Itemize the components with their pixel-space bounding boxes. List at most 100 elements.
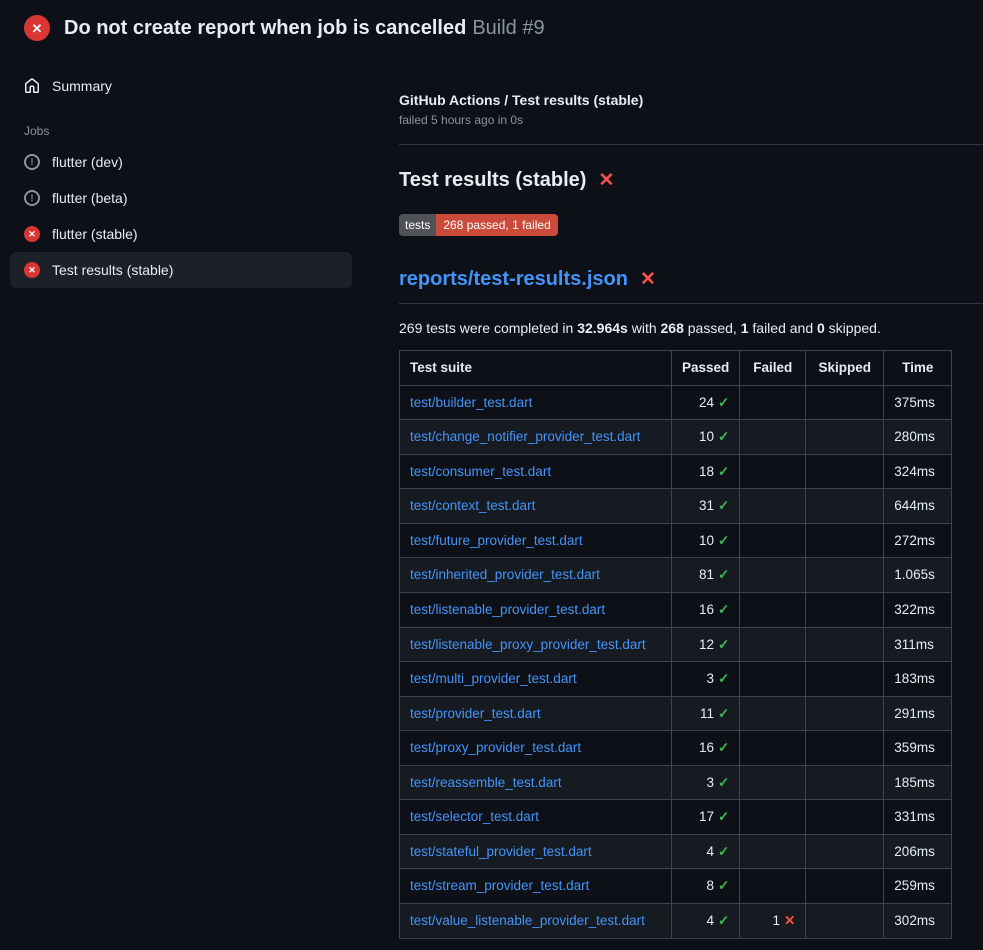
table-row: test/future_provider_test.dart 10✓ 272ms <box>400 523 952 558</box>
test-suite-link[interactable]: test/multi_provider_test.dart <box>410 671 577 686</box>
passed-cell: 17✓ <box>672 800 740 835</box>
run-status-line: failed 5 hours ago in 0s <box>399 113 983 127</box>
summary-part: skipped. <box>825 320 881 336</box>
test-suite-cell: test/listenable_proxy_provider_test.dart <box>400 627 672 662</box>
failed-cell <box>740 385 806 420</box>
x-icon: ✕ <box>784 913 795 928</box>
test-suite-link[interactable]: test/consumer_test.dart <box>410 464 551 479</box>
check-icon: ✓ <box>718 740 729 755</box>
table-row: test/inherited_provider_test.dart81✓1.06… <box>400 558 952 593</box>
passed-cell: 4✓ <box>672 834 740 869</box>
test-suite-link[interactable]: test/reassemble_test.dart <box>410 775 562 790</box>
passed-count: 4 <box>706 844 714 859</box>
passed-cell: 16✓ <box>672 731 740 766</box>
time-cell: 302ms <box>884 904 952 939</box>
failed-status-icon: ✕ <box>24 15 50 41</box>
failed-cell: 1✕ <box>740 904 806 939</box>
time-cell: 272ms <box>884 523 952 558</box>
failed-status-icon: ✕ <box>24 262 40 278</box>
skipped-cell <box>806 834 884 869</box>
results-table-body: test/builder_test.dart24✓375mstest/chang… <box>400 385 952 938</box>
skipped-cell <box>806 489 884 524</box>
passed-count: 31 <box>699 498 714 513</box>
test-suite-cell: test/context_test.dart <box>400 489 672 524</box>
passed-count: 24 <box>699 395 714 410</box>
failed-cell <box>740 731 806 766</box>
sidebar-item-job[interactable]: ✕ Test results (stable) <box>10 252 352 288</box>
sidebar-item-job[interactable]: !flutter (beta) <box>10 180 352 216</box>
sidebar-item-job[interactable]: !flutter (dev) <box>10 144 352 180</box>
table-row: test/proxy_provider_test.dart 16✓ 359ms <box>400 731 952 766</box>
section-heading-text: Test results (stable) <box>399 169 586 192</box>
sidebar-item-job[interactable]: ✕flutter (stable) <box>10 216 352 252</box>
failed-cell <box>740 662 806 697</box>
skipped-cell <box>806 904 884 939</box>
layout: Summary Jobs !flutter (dev)!flutter (bet… <box>0 54 983 939</box>
test-suite-link[interactable]: test/selector_test.dart <box>410 809 539 824</box>
home-icon <box>24 78 40 94</box>
time-cell: 206ms <box>884 834 952 869</box>
passed-count: 8 <box>706 878 714 893</box>
sidebar-summary-label: Summary <box>52 78 112 94</box>
job-label: Test results (stable) <box>52 262 173 278</box>
passed-count: 17 <box>699 809 714 824</box>
failed-cell <box>740 489 806 524</box>
passed-cell: 3✓ <box>672 765 740 800</box>
test-suite-link[interactable]: test/listenable_proxy_provider_test.dart <box>410 637 646 652</box>
test-suite-cell: test/stateful_provider_test.dart <box>400 834 672 869</box>
table-row: test/listenable_provider_test.dart16✓322… <box>400 592 952 627</box>
skipped-cell <box>806 765 884 800</box>
x-glyph: ✕ <box>32 22 43 35</box>
summary-part: passed, <box>684 320 741 336</box>
test-suite-link[interactable]: test/listenable_provider_test.dart <box>410 602 605 617</box>
test-suite-cell: test/provider_test.dart <box>400 696 672 731</box>
test-suite-link[interactable]: test/future_provider_test.dart <box>410 533 583 548</box>
passed-cell: 10✓ <box>672 523 740 558</box>
passed-cell: 12✓ <box>672 627 740 662</box>
summary-part: 269 tests were completed in <box>399 320 577 336</box>
passed-count: 10 <box>699 533 714 548</box>
section-heading: Test results (stable) ✕ <box>399 169 983 192</box>
jobs-section-label: Jobs <box>24 124 352 138</box>
check-icon: ✓ <box>718 464 729 479</box>
table-row: test/value_listenable_provider_test.dart… <box>400 904 952 939</box>
time-cell: 183ms <box>884 662 952 697</box>
x-icon: ✕ <box>598 171 614 190</box>
passed-count: 3 <box>706 775 714 790</box>
sidebar: Summary Jobs !flutter (dev)!flutter (bet… <box>0 54 375 288</box>
passed-count: 10 <box>699 429 714 444</box>
test-suite-link[interactable]: test/stateful_provider_test.dart <box>410 844 592 859</box>
test-suite-link[interactable]: test/builder_test.dart <box>410 395 532 410</box>
test-suite-link[interactable]: test/context_test.dart <box>410 498 535 513</box>
table-row: test/listenable_proxy_provider_test.dart… <box>400 627 952 662</box>
test-suite-link[interactable]: test/value_listenable_provider_test.dart <box>410 913 645 928</box>
skipped-cell <box>806 662 884 697</box>
test-suite-link[interactable]: test/change_notifier_provider_test.dart <box>410 429 640 444</box>
passed-count: 4 <box>706 913 714 928</box>
failed-cell <box>740 834 806 869</box>
table-header-row: Test suitePassedFailedSkippedTime <box>400 351 952 386</box>
failed-cell <box>740 627 806 662</box>
build-number: Build #9 <box>472 17 544 39</box>
test-suite-cell: test/stream_provider_test.dart <box>400 869 672 904</box>
table-row: test/provider_test.dart11✓291ms <box>400 696 952 731</box>
passed-cell: 11✓ <box>672 696 740 731</box>
failed-cell <box>740 800 806 835</box>
summary-part: 1 <box>741 320 749 336</box>
test-suite-link[interactable]: test/provider_test.dart <box>410 706 541 721</box>
passed-count: 81 <box>699 567 714 582</box>
tests-badge: tests 268 passed, 1 failed <box>399 214 558 236</box>
time-cell: 359ms <box>884 731 952 766</box>
job-label: flutter (dev) <box>52 154 123 170</box>
sidebar-item-summary[interactable]: Summary <box>10 68 352 104</box>
test-suite-link[interactable]: test/proxy_provider_test.dart <box>410 740 581 755</box>
main-content: GitHub Actions / Test results (stable) f… <box>375 54 983 939</box>
page-header: ✕ Do not create report when job is cance… <box>0 0 983 54</box>
summary-part: failed and <box>749 320 818 336</box>
test-suite-link[interactable]: test/inherited_provider_test.dart <box>410 567 600 582</box>
check-icon: ✓ <box>718 878 729 893</box>
test-suite-link[interactable]: test/stream_provider_test.dart <box>410 878 589 893</box>
passed-cell: 31✓ <box>672 489 740 524</box>
report-link[interactable]: reports/test-results.json <box>399 268 628 291</box>
skipped-cell <box>806 696 884 731</box>
